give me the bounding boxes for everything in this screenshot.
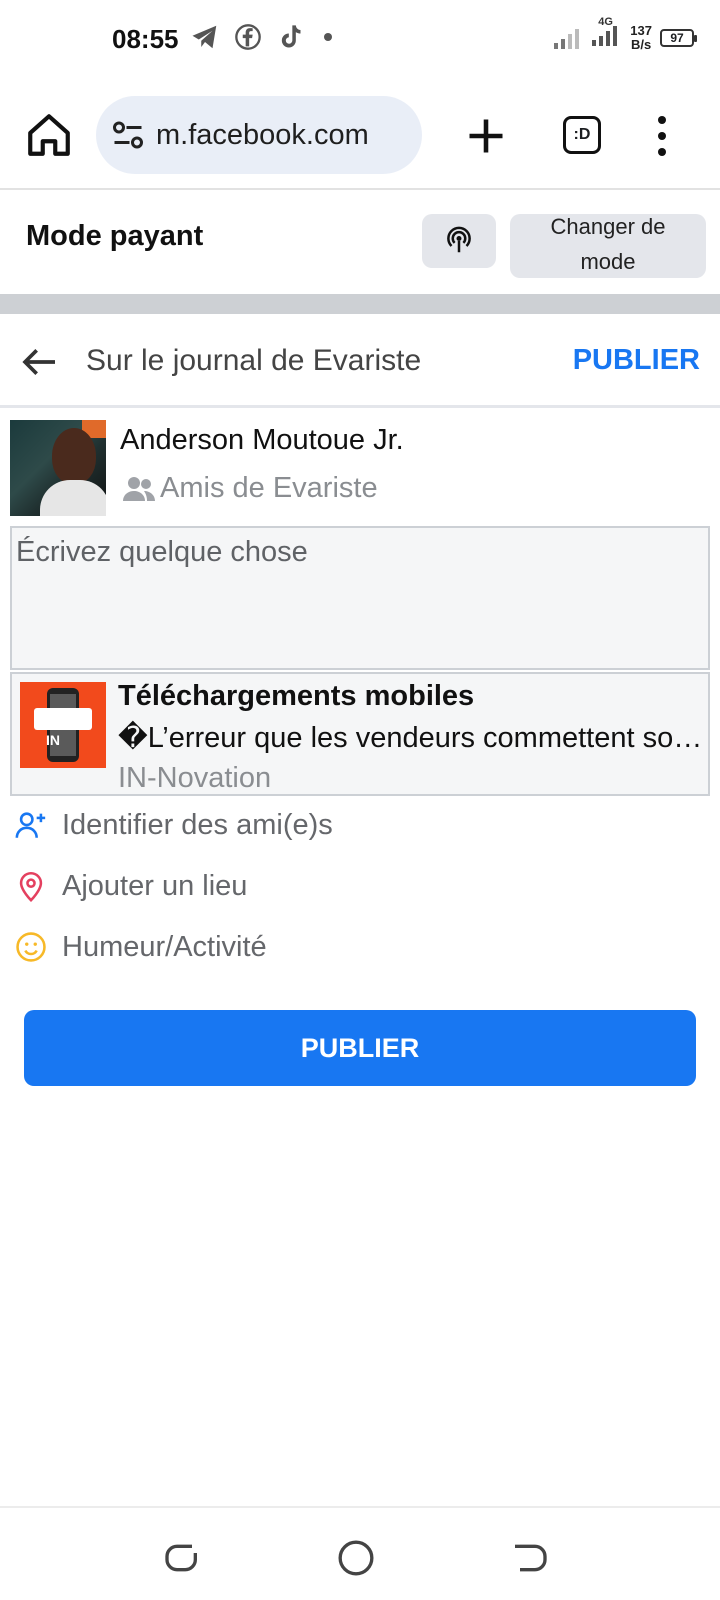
more-vert-icon[interactable] — [652, 114, 672, 158]
link-title: Téléchargements mobiles — [118, 680, 475, 712]
status-right: 4G 137 B/s 97 — [554, 16, 697, 53]
add-person-icon — [15, 812, 46, 838]
site-settings-icon[interactable] — [110, 117, 146, 153]
link-source: IN-Novation — [118, 762, 272, 794]
tag-friends-label: Identifier des ami(e)s — [62, 808, 333, 841]
change-mode-button[interactable]: Changer de mode — [510, 214, 706, 278]
link-thumbnail: IN — [20, 682, 106, 768]
feeling-option[interactable]: Humeur/Activité — [14, 922, 614, 972]
author-row: Anderson Moutoue Jr. Amis de Evariste — [10, 420, 710, 516]
data-mode-bar: Mode payant Changer de mode — [0, 192, 720, 288]
mode-title: Mode payant — [26, 220, 204, 252]
signal-4g: 4G — [592, 16, 622, 53]
tab-switcher-button[interactable]: :D — [563, 116, 601, 154]
add-location-option[interactable]: Ajouter un lieu — [14, 861, 614, 911]
net-speed-value: 137 — [630, 22, 652, 38]
thumbnail-text: IN — [46, 732, 60, 748]
mode-icon-button[interactable] — [422, 214, 496, 268]
author-name: Anderson Moutoue Jr. — [120, 424, 404, 456]
browser-toolbar: m.facebook.com :D — [0, 80, 720, 190]
avatar — [10, 420, 106, 516]
battery-icon: 97 — [660, 28, 697, 47]
audience-label: Amis de Evariste — [160, 472, 378, 504]
link-description: �L’erreur que les vendeurs commettent so… — [118, 722, 706, 754]
composer-header: Sur le journal de Evariste PUBLIER — [0, 314, 720, 408]
shared-link-card[interactable]: IN Téléchargements mobiles �L’erreur que… — [10, 672, 710, 796]
facebook-icon — [235, 24, 261, 50]
net-speed: 137 B/s — [630, 22, 652, 52]
tiktok-icon — [281, 25, 301, 48]
audience-selector[interactable]: Amis de Evariste — [122, 472, 378, 505]
back-nav-icon[interactable] — [510, 1538, 550, 1578]
status-bar: 08:55 4G 137 B/s 97 — [0, 0, 720, 80]
separator-band — [0, 294, 720, 314]
notification-icons — [190, 22, 338, 52]
home-nav-icon[interactable] — [336, 1538, 376, 1578]
net-speed-unit: B/s — [631, 36, 652, 52]
location-pin-icon — [19, 871, 43, 902]
recent-apps-icon[interactable] — [162, 1538, 202, 1578]
composer-title: Sur le journal de Evariste — [86, 344, 422, 377]
publish-button[interactable]: PUBLIER — [24, 1010, 696, 1086]
post-text-input[interactable]: Écrivez quelque chose — [10, 526, 710, 670]
url-text[interactable]: m.facebook.com — [156, 119, 369, 152]
network-type: 4G — [598, 16, 613, 28]
signal-icon — [554, 28, 580, 49]
post-placeholder: Écrivez quelque chose — [16, 536, 308, 568]
telegram-icon — [192, 25, 217, 49]
tag-friends-option[interactable]: Identifier des ami(e)s — [14, 800, 614, 850]
change-mode-line2: mode — [580, 249, 636, 274]
new-tab-icon[interactable] — [464, 114, 508, 158]
publish-link[interactable]: PUBLIER — [573, 344, 700, 377]
smiley-icon — [16, 932, 46, 962]
add-location-label: Ajouter un lieu — [62, 869, 248, 902]
broadcast-icon — [447, 226, 471, 253]
home-icon[interactable] — [24, 110, 74, 160]
status-time: 08:55 — [112, 24, 179, 54]
feeling-label: Humeur/Activité — [62, 930, 267, 963]
dot-icon — [324, 33, 332, 41]
back-arrow-icon[interactable] — [20, 342, 60, 382]
system-nav-bar — [0, 1506, 720, 1600]
friends-icon — [123, 476, 155, 501]
address-bar[interactable]: m.facebook.com — [96, 96, 422, 174]
